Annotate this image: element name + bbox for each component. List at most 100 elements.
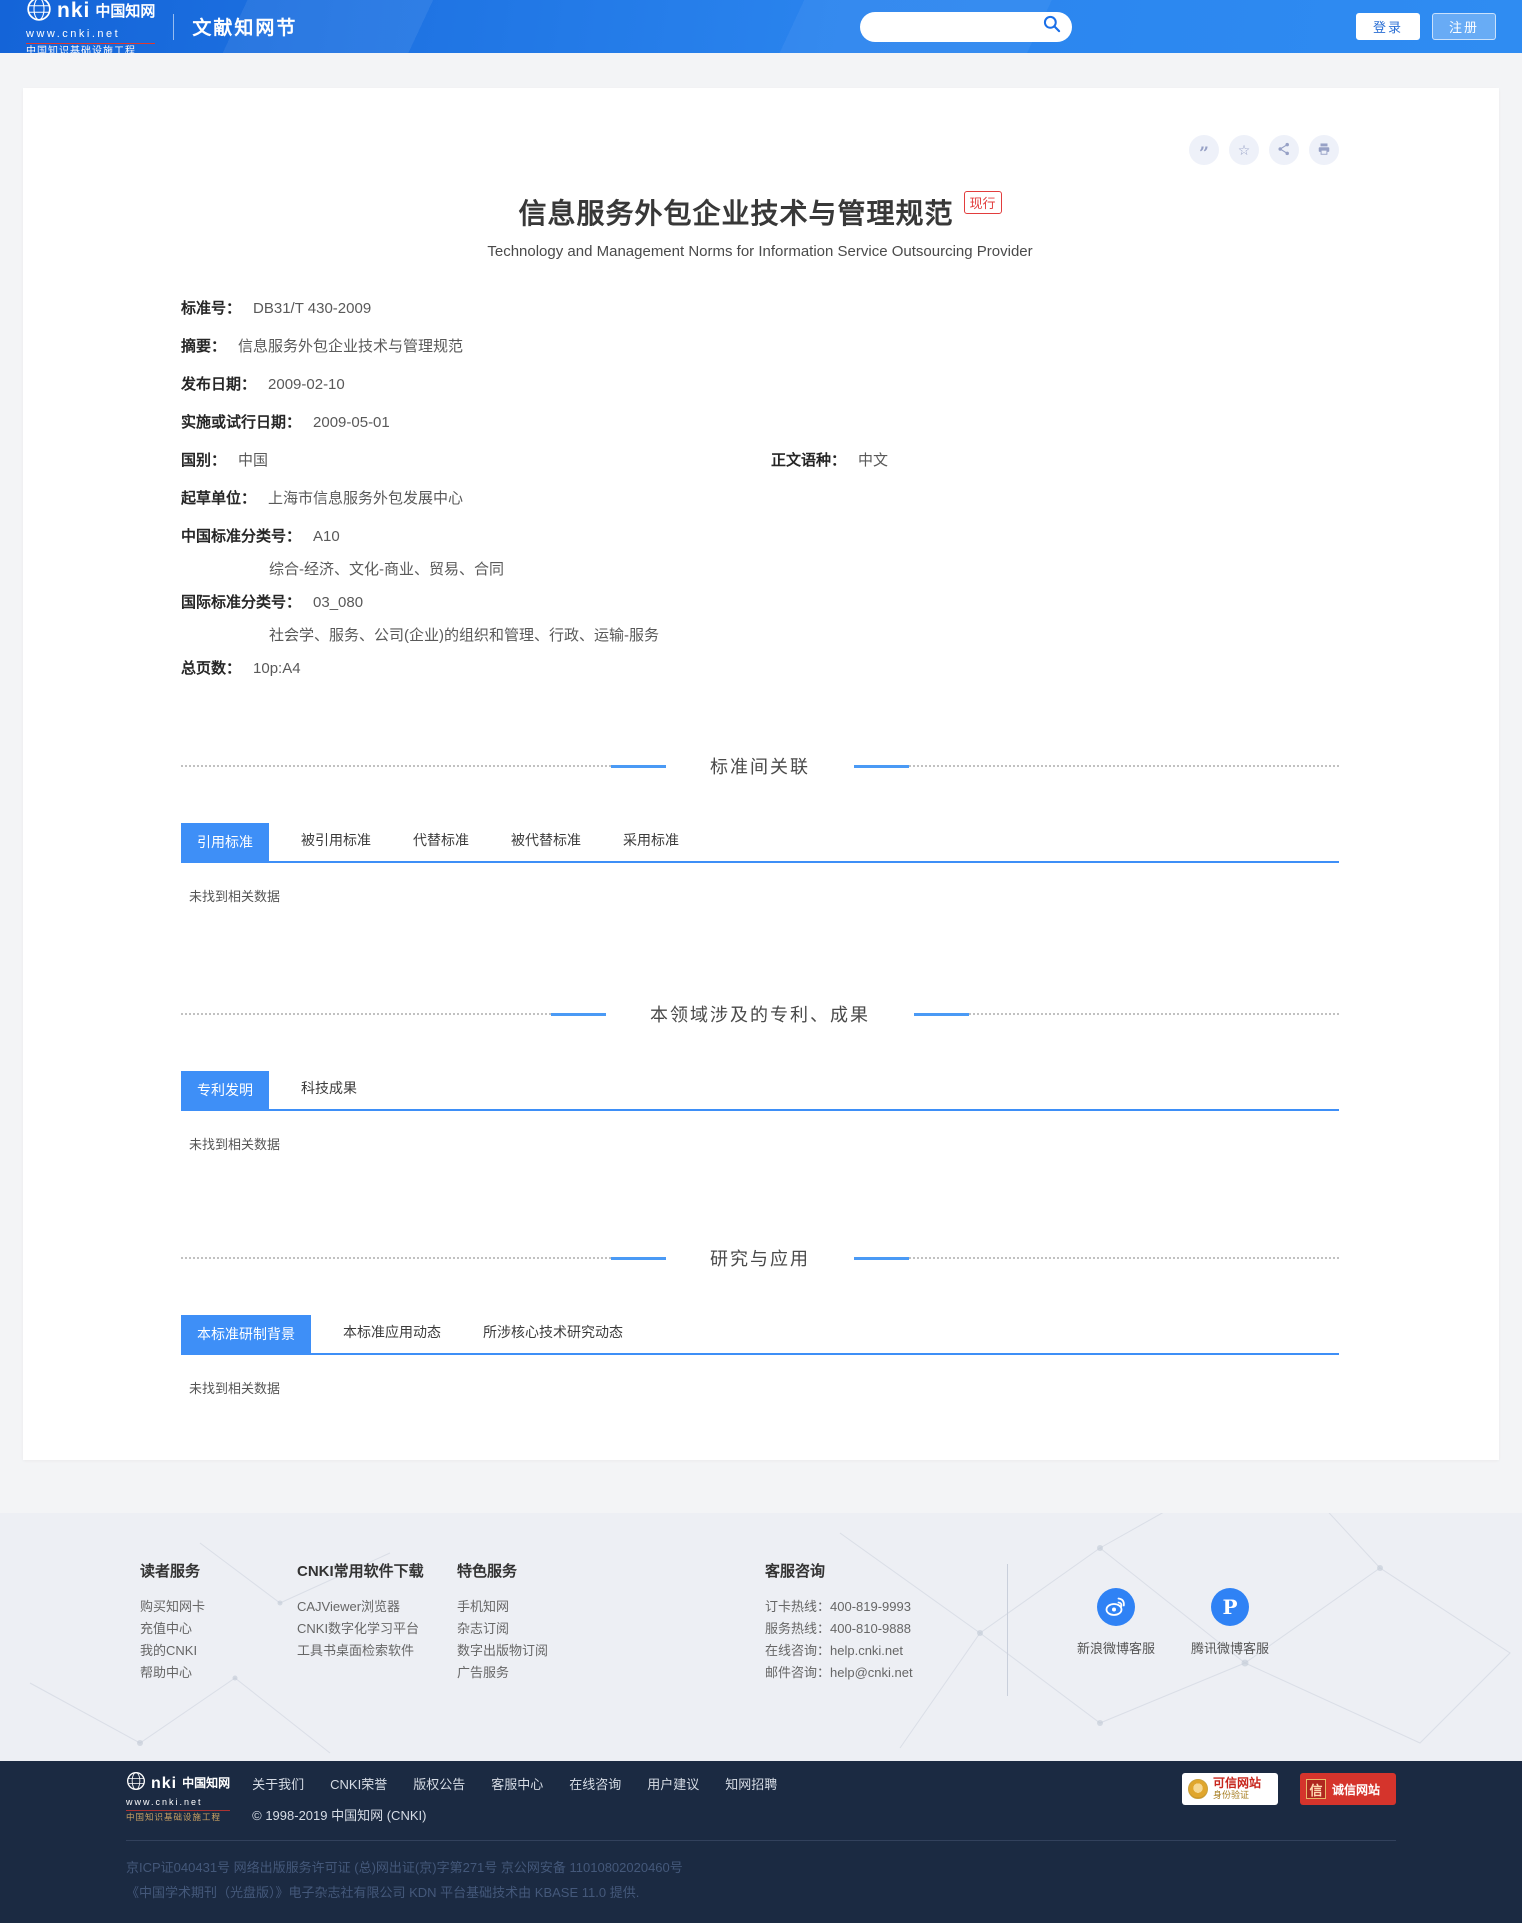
tencent-weibo-icon: P [1211,1588,1249,1626]
trusted-site-badge[interactable]: 可信网站 身份验证 [1182,1773,1278,1805]
tab-scitech-achievements[interactable]: 科技成果 [287,1078,371,1109]
meta-label: 国际标准分类号： [181,594,301,611]
social-label: 腾讯微博客服 [1182,1638,1278,1657]
footer-column-featured-services: 特色服务 手机知网 杂志订阅 数字出版物订阅 广告服务 [457,1560,765,1696]
footer-link[interactable]: 帮助中心 [140,1662,297,1683]
footer-hotline[interactable]: 服务热线：400-810-9888 [765,1618,1007,1639]
section-title: 标准间关联 [710,753,810,779]
tencent-weibo-service[interactable]: P 腾讯微博客服 [1182,1588,1278,1696]
xin-logo-icon: 信 [1306,1779,1326,1799]
tab-development-background[interactable]: 本标准研制背景 [181,1315,311,1353]
sina-weibo-service[interactable]: 新浪微博客服 [1068,1588,1164,1696]
meta-label: 总页数： [181,660,241,677]
footer-link[interactable]: 充值中心 [140,1618,297,1639]
share-button[interactable] [1269,135,1299,165]
logo-brand-cn: 中国知网 [182,1777,230,1791]
star-icon: ☆ [1238,142,1251,159]
weibo-icon [1097,1588,1135,1626]
tab-reference-standards[interactable]: 引用标准 [181,823,269,861]
search-bar[interactable] [860,12,1072,42]
footer-link[interactable]: 工具书桌面检索软件 [297,1640,457,1661]
footer-services: 读者服务 购买知网卡 充值中心 我的CNKI 帮助中心 CNKI常用软件下载 C… [0,1513,1522,1761]
section-title: 研究与应用 [710,1245,810,1271]
tab-application-trends[interactable]: 本标准应用动态 [329,1322,455,1353]
empty-result-text: 未找到相关数据 [189,1378,1339,1397]
footer-link[interactable]: CAJViewer浏览器 [297,1596,457,1617]
footer-link[interactable]: 购买知网卡 [140,1596,297,1617]
tab-replacing-standards[interactable]: 代替标准 [399,830,483,861]
footer-nav-service-center[interactable]: 客服中心 [491,1774,543,1793]
footer-column-title: CNKI常用软件下载 [297,1560,457,1581]
print-button[interactable] [1309,135,1339,165]
page-title: 信息服务外包企业技术与管理规范现行 [181,192,1339,232]
logo-brand-text: nki [151,1775,177,1793]
register-button[interactable]: 注册 [1432,13,1496,40]
footer-nav-copyright-notice[interactable]: 版权公告 [413,1774,465,1793]
quote-icon: ” [1199,142,1209,158]
document-card: ” ☆ 信息服务外包企业技术与管理规范现行 Technology and Man… [23,88,1499,1460]
medal-icon [1188,1779,1208,1799]
meta-implement-date: 实施或试行日期： 2009-05-01 [181,414,1339,431]
tab-referenced-by-standards[interactable]: 被引用标准 [287,830,385,861]
footer-link[interactable]: CNKI数字化学习平台 [297,1618,457,1639]
document-actions: ” ☆ [181,135,1339,165]
footer-nav-honors[interactable]: CNKI荣誉 [330,1774,387,1793]
share-icon [1277,142,1291,159]
search-input[interactable] [874,19,1042,34]
meta-ccs-no: 中国标准分类号： A10 [181,528,1339,545]
footer-nav-about[interactable]: 关于我们 [252,1774,304,1793]
tab-patent-invention[interactable]: 专利发明 [181,1071,269,1109]
footer-dark: nki 中国知网 www.cnki.net 中国知识基础设施工程 关于我们 CN… [0,1761,1522,1923]
printer-icon [1317,142,1331,159]
meta-label: 中国标准分类号： [181,528,301,545]
header-divider [173,14,174,40]
footer-link[interactable]: 数字出版物订阅 [457,1640,765,1661]
tab-adopted-standards[interactable]: 采用标准 [609,830,693,861]
footer-nav-user-feedback[interactable]: 用户建议 [647,1774,699,1793]
footer-email-help[interactable]: 邮件咨询：help@cnki.net [765,1662,1007,1683]
publisher-text: 《中国学术期刊（光盘版）》电子杂志社有限公司 KDN 平台基础技术由 KBASE… [126,1880,1396,1905]
footer-hotline[interactable]: 订卡热线：400-819-9993 [765,1596,1007,1617]
section-divider-standards-relation: 标准间关联 [181,753,1339,779]
patents-tabs: 专利发明 科技成果 [181,1071,1339,1111]
integrity-site-badge[interactable]: 信 诚信网站 [1300,1773,1396,1805]
site-section-label: 文献知网节 [192,13,297,40]
footer-link[interactable]: 广告服务 [457,1662,765,1683]
cnki-logo[interactable]: nki 中国知网 www.cnki.net 中国知识基础设施工程 [26,0,155,53]
meta-abstract: 摘要： 信息服务外包企业技术与管理规范 [181,338,1339,355]
search-icon[interactable] [1042,14,1062,39]
logo-url: www.cnki.net [26,28,155,41]
meta-value-language: 中文 [858,452,888,469]
tab-replaced-standards[interactable]: 被代替标准 [497,830,595,861]
footer-vertical-divider [1007,1564,1008,1696]
footer-nav-recruitment[interactable]: 知网招聘 [725,1774,777,1793]
social-label: 新浪微博客服 [1068,1638,1164,1657]
footer-online-help[interactable]: 在线咨询：help.cnki.net [765,1640,1007,1661]
tab-core-tech-research[interactable]: 所涉核心技术研究动态 [469,1322,637,1353]
meta-label-language: 正文语种： [771,452,846,469]
meta-value: 信息服务外包企业技术与管理规范 [238,338,463,355]
logo-brand-text: nki [57,0,90,24]
footer-column-title: 客服咨询 [765,1560,1007,1581]
meta-publish-date: 发布日期： 2009-02-10 [181,376,1339,393]
cnki-logo-footer[interactable]: nki 中国知网 www.cnki.net 中国知识基础设施工程 [126,1771,230,1823]
meta-label: 起草单位： [181,490,256,507]
footer-nav-online-consult[interactable]: 在线咨询 [569,1774,621,1793]
footer-column-reader-services: 读者服务 购买知网卡 充值中心 我的CNKI 帮助中心 [140,1560,297,1696]
section-divider-research: 研究与应用 [181,1245,1339,1271]
metadata-list: 标准号： DB31/T 430-2009 摘要： 信息服务外包企业技术与管理规范… [181,300,1339,677]
meta-drafting-unit: 起草单位： 上海市信息服务外包发展中心 [181,490,1339,507]
meta-label: 实施或试行日期： [181,414,301,431]
footer-link[interactable]: 杂志订阅 [457,1618,765,1639]
section-title: 本领域涉及的专利、成果 [650,1001,870,1027]
meta-value: A10 [313,528,340,545]
footer-link[interactable]: 手机知网 [457,1596,765,1617]
meta-value: 2009-02-10 [268,376,345,393]
footer-link[interactable]: 我的CNKI [140,1640,297,1661]
footer-nav-links: 关于我们 CNKI荣誉 版权公告 客服中心 在线咨询 用户建议 知网招聘 [252,1774,777,1793]
favorite-button[interactable]: ☆ [1229,135,1259,165]
quote-button[interactable]: ” [1189,135,1219,165]
meta-value: 03_080 [313,594,363,611]
meta-value: DB31/T 430-2009 [253,300,371,317]
login-button[interactable]: 登录 [1356,13,1420,40]
